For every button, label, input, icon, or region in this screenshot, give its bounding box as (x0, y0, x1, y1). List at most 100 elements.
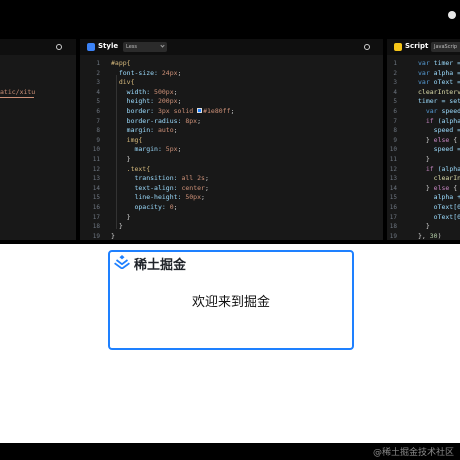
code-token: text-align: (111, 183, 182, 192)
code-token: clearInterva (418, 87, 460, 96)
code-token: }, (418, 231, 430, 240)
style-panel-header: Style Less (80, 39, 383, 55)
code-token: } (111, 212, 131, 221)
code-token: } (111, 231, 115, 240)
line-number: 19 (92, 232, 100, 240)
code-line: font-size: 24px; (111, 69, 379, 79)
code-token: 200px (157, 97, 178, 106)
preview-card: 稀土掘金 欢迎来到掘金 (108, 250, 354, 350)
code-line: transition: all 2s; (111, 174, 379, 184)
line-number: 17 (92, 213, 100, 221)
code-token: opacity: (111, 202, 170, 211)
code-line: margin: 5px; (111, 145, 379, 155)
code-token: (alpha (437, 116, 460, 125)
code-token: ; (204, 174, 209, 183)
code-token: 3px solid (157, 106, 198, 115)
line-number: 6 (393, 107, 397, 115)
code-token: ; (177, 68, 182, 77)
code-line: if (alpha (418, 165, 460, 175)
style-panel-title: Style (98, 42, 119, 50)
line-number: 18 (92, 223, 100, 231)
code-line: } (418, 155, 456, 165)
script-code: var timer = var alpha = var oText = clearIn… (418, 59, 460, 240)
code-line: atic/xitu (0, 88, 36, 96)
code-token: div{ (111, 78, 135, 87)
code-line: }, 30) (418, 232, 456, 240)
line-number: 8 (393, 127, 397, 135)
code-token: all 2s (181, 174, 205, 183)
code-token: img{ (111, 135, 143, 144)
code-line: img{ (111, 136, 379, 146)
editor-area: atic/xitu Style Less 1 2 3 4 5 6 7 8 9 10 11 12 13 14… (0, 32, 460, 244)
code-token: font-size: (111, 68, 162, 77)
code-token: } (418, 154, 430, 163)
code-token: var (418, 78, 434, 87)
code-line: line-height: 50px; (111, 193, 379, 203)
line-number: 7 (393, 117, 397, 125)
settings-icon[interactable] (448, 11, 456, 19)
code-token: .text{ (111, 164, 151, 173)
script-language-select[interactable]: JavaScrip (431, 42, 460, 52)
line-number: 3 (393, 79, 397, 87)
style-language-select[interactable]: Less (123, 42, 167, 52)
line-number: 11 (389, 155, 397, 163)
code-line: } (111, 155, 379, 165)
line-number: 15 (92, 194, 100, 202)
line-number: 12 (389, 165, 397, 173)
code-token: margin: (111, 145, 166, 154)
code-token: (alpha (437, 164, 460, 173)
style-editor[interactable]: 1 2 3 4 5 6 7 8 9 10 11 12 13 14 15 16 17 18 19 #app{ font… (80, 55, 383, 240)
line-number: 10 (92, 146, 100, 154)
code-token: border: (111, 106, 158, 115)
code-token: else (433, 183, 454, 192)
chevron-down-icon (160, 43, 165, 48)
top-bar (0, 0, 460, 32)
code-line: #app{ (111, 59, 379, 69)
html-panel-header (0, 39, 76, 55)
line-number: 8 (96, 127, 100, 135)
code-token: ; (173, 126, 178, 135)
code-line: alpha + (418, 193, 460, 203)
code-line: clearIn (418, 174, 460, 184)
code-line: var alpha = (418, 69, 460, 79)
code-token: border-radius: (111, 116, 186, 125)
code-token: ; (201, 193, 205, 202)
code-token: ; (177, 145, 182, 154)
code-line: } (418, 222, 456, 232)
code-token: oText[0 (418, 202, 460, 211)
gear-icon[interactable] (364, 44, 370, 50)
line-numbers: 1 2 3 4 5 6 7 8 9 10 11 12 13 14 15 16 17 18 19 (80, 59, 100, 240)
code-token: #1e80ff (203, 106, 231, 115)
code-token: { (453, 183, 458, 192)
code-line: margin: auto; (111, 126, 379, 136)
line-number: 9 (393, 136, 397, 144)
line-number: 17 (389, 213, 397, 221)
code-token: speed = (418, 145, 460, 154)
html-editor[interactable]: atic/xitu (0, 55, 76, 240)
gear-icon[interactable] (56, 44, 62, 50)
code-line: } (111, 213, 379, 223)
code-token: oText[0 (418, 212, 460, 221)
line-number: 13 (389, 175, 397, 183)
code-line: if (alpha (418, 117, 460, 127)
code-line: var timer = (418, 59, 460, 69)
script-panel-title: Script (405, 42, 429, 50)
code-line: .text{ (111, 165, 379, 175)
line-number: 15 (389, 194, 397, 202)
line-number: 13 (92, 175, 100, 183)
code-token: } (418, 135, 434, 144)
style-language-label: Less (126, 44, 137, 50)
line-number: 7 (96, 117, 100, 125)
script-language-label: JavaScrip (434, 44, 458, 50)
code-token: alpha = (433, 68, 460, 77)
code-line: timer = set (418, 97, 460, 107)
code-token: ; (173, 202, 178, 211)
code-token: 5px (165, 145, 178, 154)
code-line: height: 200px; (111, 97, 379, 107)
code-line: } (111, 222, 379, 232)
line-number: 18 (389, 223, 397, 231)
color-swatch[interactable] (197, 108, 203, 114)
script-editor[interactable]: 1 2 3 4 5 6 7 8 9 10 11 12 13 14 15 16 17 18 19 var timer … (387, 55, 460, 240)
code-token: alpha + (418, 193, 460, 202)
code-token: clearIn (418, 174, 460, 183)
